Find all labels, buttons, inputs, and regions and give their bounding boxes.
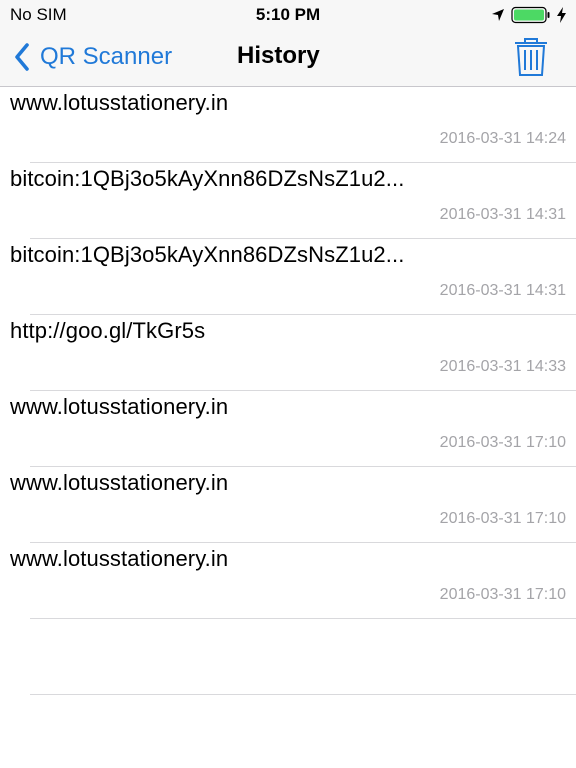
chevron-left-icon [15, 43, 29, 71]
status-bar: No SIM 5:10 PM [0, 0, 576, 30]
location-arrow-icon [492, 9, 504, 21]
screen: No SIM 5:10 PM QR Scanner History www.lo… [0, 0, 576, 768]
delete-history-button[interactable] [513, 37, 549, 77]
history-row-timestamp: 2016-03-31 14:31 [439, 282, 566, 299]
history-row[interactable]: http://goo.gl/TkGr5s 2016-03-31 14:33 [0, 315, 576, 391]
navigation-bar: QR Scanner History [0, 30, 576, 87]
history-row[interactable]: www.lotusstationery.in 2016-03-31 17:10 [0, 391, 576, 467]
empty-row [0, 619, 576, 695]
status-time: 5:10 PM [255, 5, 321, 24]
history-row-text: www.lotusstationery.in [10, 470, 229, 495]
history-row-text: www.lotusstationery.in [10, 546, 229, 571]
empty-row [0, 695, 576, 768]
history-row-timestamp: 2016-03-31 14:33 [439, 358, 566, 375]
history-row-text: bitcoin:1QBj3o5kAyXnn86DZsNsZ1u2... [10, 166, 405, 191]
history-row-timestamp: 2016-03-31 17:10 [439, 586, 566, 603]
battery-icon [511, 6, 550, 24]
history-row-timestamp: 2016-03-31 17:10 [439, 434, 566, 451]
page-title: History [237, 42, 320, 69]
history-row[interactable]: www.lotusstationery.in 2016-03-31 17:10 [0, 543, 576, 619]
trash-icon [515, 38, 547, 76]
history-row-text: www.lotusstationery.in [10, 394, 229, 419]
history-row[interactable]: www.lotusstationery.in 2016-03-31 17:10 [0, 467, 576, 543]
history-list: www.lotusstationery.in 2016-03-31 14:24 … [0, 87, 576, 768]
status-right-group [491, 5, 566, 25]
charging-bolt-icon [557, 7, 566, 23]
history-row[interactable]: bitcoin:1QBj3o5kAyXnn86DZsNsZ1u2... 2016… [0, 163, 576, 239]
history-row-timestamp: 2016-03-31 14:31 [439, 206, 566, 223]
history-row-timestamp: 2016-03-31 14:24 [439, 130, 566, 147]
back-button[interactable]: QR Scanner [14, 40, 172, 74]
history-row[interactable]: www.lotusstationery.in 2016-03-31 14:24 [0, 87, 576, 163]
back-button-label: QR Scanner [40, 43, 173, 70]
history-row-text: http://goo.gl/TkGr5s [10, 318, 206, 343]
history-row-text: bitcoin:1QBj3o5kAyXnn86DZsNsZ1u2... [10, 242, 405, 267]
history-row-timestamp: 2016-03-31 17:10 [439, 510, 566, 527]
history-row[interactable]: bitcoin:1QBj3o5kAyXnn86DZsNsZ1u2... 2016… [0, 239, 576, 315]
history-row-text: www.lotusstationery.in [10, 90, 229, 115]
